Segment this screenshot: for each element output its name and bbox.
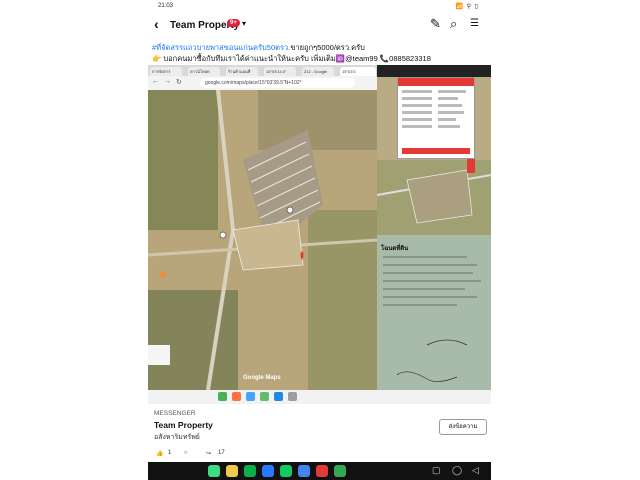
browser-tab-active: 15°03'3: [340, 67, 376, 76]
app-shortcut-icon[interactable]: [316, 465, 328, 477]
browser-url-bar: ← → ↻ google.com/maps/place/15°03'39.5"N…: [148, 76, 377, 91]
system-nav-bar: ▢ ◯ ◁: [148, 462, 491, 480]
like-icon[interactable]: 👍: [156, 450, 163, 457]
app-shortcut-icon[interactable]: [226, 465, 238, 477]
chevron-down-icon[interactable]: ▾: [242, 19, 246, 28]
recent-apps-icon[interactable]: ▢: [432, 465, 441, 476]
app-shortcut-icon[interactable]: [262, 465, 274, 477]
map-watermark: Google Maps: [243, 375, 281, 381]
share-icon[interactable]: ↪: [206, 450, 211, 457]
notification-badge: 9+: [227, 19, 240, 27]
right-margin: [491, 0, 640, 480]
edit-icon[interactable]: ✎: [430, 16, 441, 32]
browser-tab: 212 - Google: [302, 67, 334, 76]
parcel-info-graphic: [398, 78, 474, 154]
app-icon: [260, 392, 269, 401]
hashtag-link[interactable]: #ที่จัดสรรแถวบายพาสขอนแก่นครับ50ตรว.: [152, 43, 290, 52]
browser-tab: การจัดการ: [150, 67, 182, 76]
satellite-map: [148, 90, 377, 390]
like-count: 1: [168, 450, 172, 456]
app-shortcut-icon[interactable]: [334, 465, 346, 477]
app-shortcut-icon[interactable]: [280, 465, 292, 477]
map-screenshot-image[interactable]: การจัดการ ดาวน์โหลด ร้านค้าแผนที่ 15°03'…: [148, 65, 377, 390]
url-field: google.com/maps/place/15°03'39.5"N+102°: [200, 78, 355, 88]
comment-icon[interactable]: ○: [184, 450, 188, 456]
back-nav-icon[interactable]: ◁: [472, 465, 479, 476]
app-icon: [232, 392, 241, 401]
reload-icon: ↻: [176, 79, 182, 86]
share-page-category: อสังหาริมทรัพย์: [154, 434, 200, 441]
title-deed-screenshot[interactable]: โฉนดที่ดิน: [377, 235, 491, 400]
status-icons: 📶 ⚲ ▯: [455, 4, 479, 10]
app-icon: [218, 392, 227, 401]
facebook-post-view: 21:03 📶 ⚲ ▯ ‹ Team Property 9+ ▾ ✎ ⌕ ☰ #…: [148, 0, 491, 480]
title-deed-graphic: [377, 235, 491, 400]
browser-tab: ดาวน์โหลด: [188, 67, 220, 76]
post-text-line-2: 👉 บอกคนมาซื้อกับทีมเราได้ค่าแนะนำให้นะคร…: [152, 54, 431, 63]
map-detail-screenshot[interactable]: [377, 65, 491, 235]
browser-tab: ร้านค้าแผนที่: [226, 67, 258, 76]
app-icon: [274, 392, 283, 401]
back-arrow-icon[interactable]: ‹: [154, 16, 159, 32]
app-icon: [288, 392, 297, 401]
share-count: 17: [218, 450, 225, 456]
app-shortcut-icon[interactable]: [208, 465, 220, 477]
home-icon[interactable]: ◯: [452, 465, 462, 476]
clock: 21:03: [158, 3, 174, 9]
deed-title: โฉนดที่ดิน: [381, 246, 409, 252]
send-message-button[interactable]: ส่งข้อความ: [439, 419, 487, 435]
share-page-name[interactable]: Team Property: [154, 420, 213, 430]
share-source-label: MESSENGER: [154, 410, 196, 417]
search-icon[interactable]: ⌕: [450, 16, 457, 32]
status-bar: 21:03 📶 ⚲ ▯: [148, 0, 491, 12]
parcel-info-popup: [397, 77, 475, 159]
app-shortcut-icon[interactable]: [298, 465, 310, 477]
browser-tab: 15°03'14.0": [264, 67, 296, 76]
reaction-bar: 👍 1 ○ ↪ 17: [148, 450, 491, 462]
post-text-rest: ขายถูกๆ5000/ตรว.ครับ: [290, 43, 365, 52]
left-margin: [0, 0, 148, 480]
back-nav-icon: ←: [152, 78, 159, 85]
forward-nav-icon: →: [164, 78, 171, 85]
app-icon: [246, 392, 255, 401]
top-bar: ‹ Team Property 9+ ▾ ✎ ⌕ ☰: [148, 14, 491, 38]
app-shortcut-icon[interactable]: [244, 465, 256, 477]
messenger-icon[interactable]: ☰: [470, 18, 479, 29]
browser-tab-strip: การจัดการ ดาวน์โหลด ร้านค้าแผนที่ 15°03'…: [148, 65, 377, 76]
screenshot-taskbar-strip: [148, 390, 491, 404]
